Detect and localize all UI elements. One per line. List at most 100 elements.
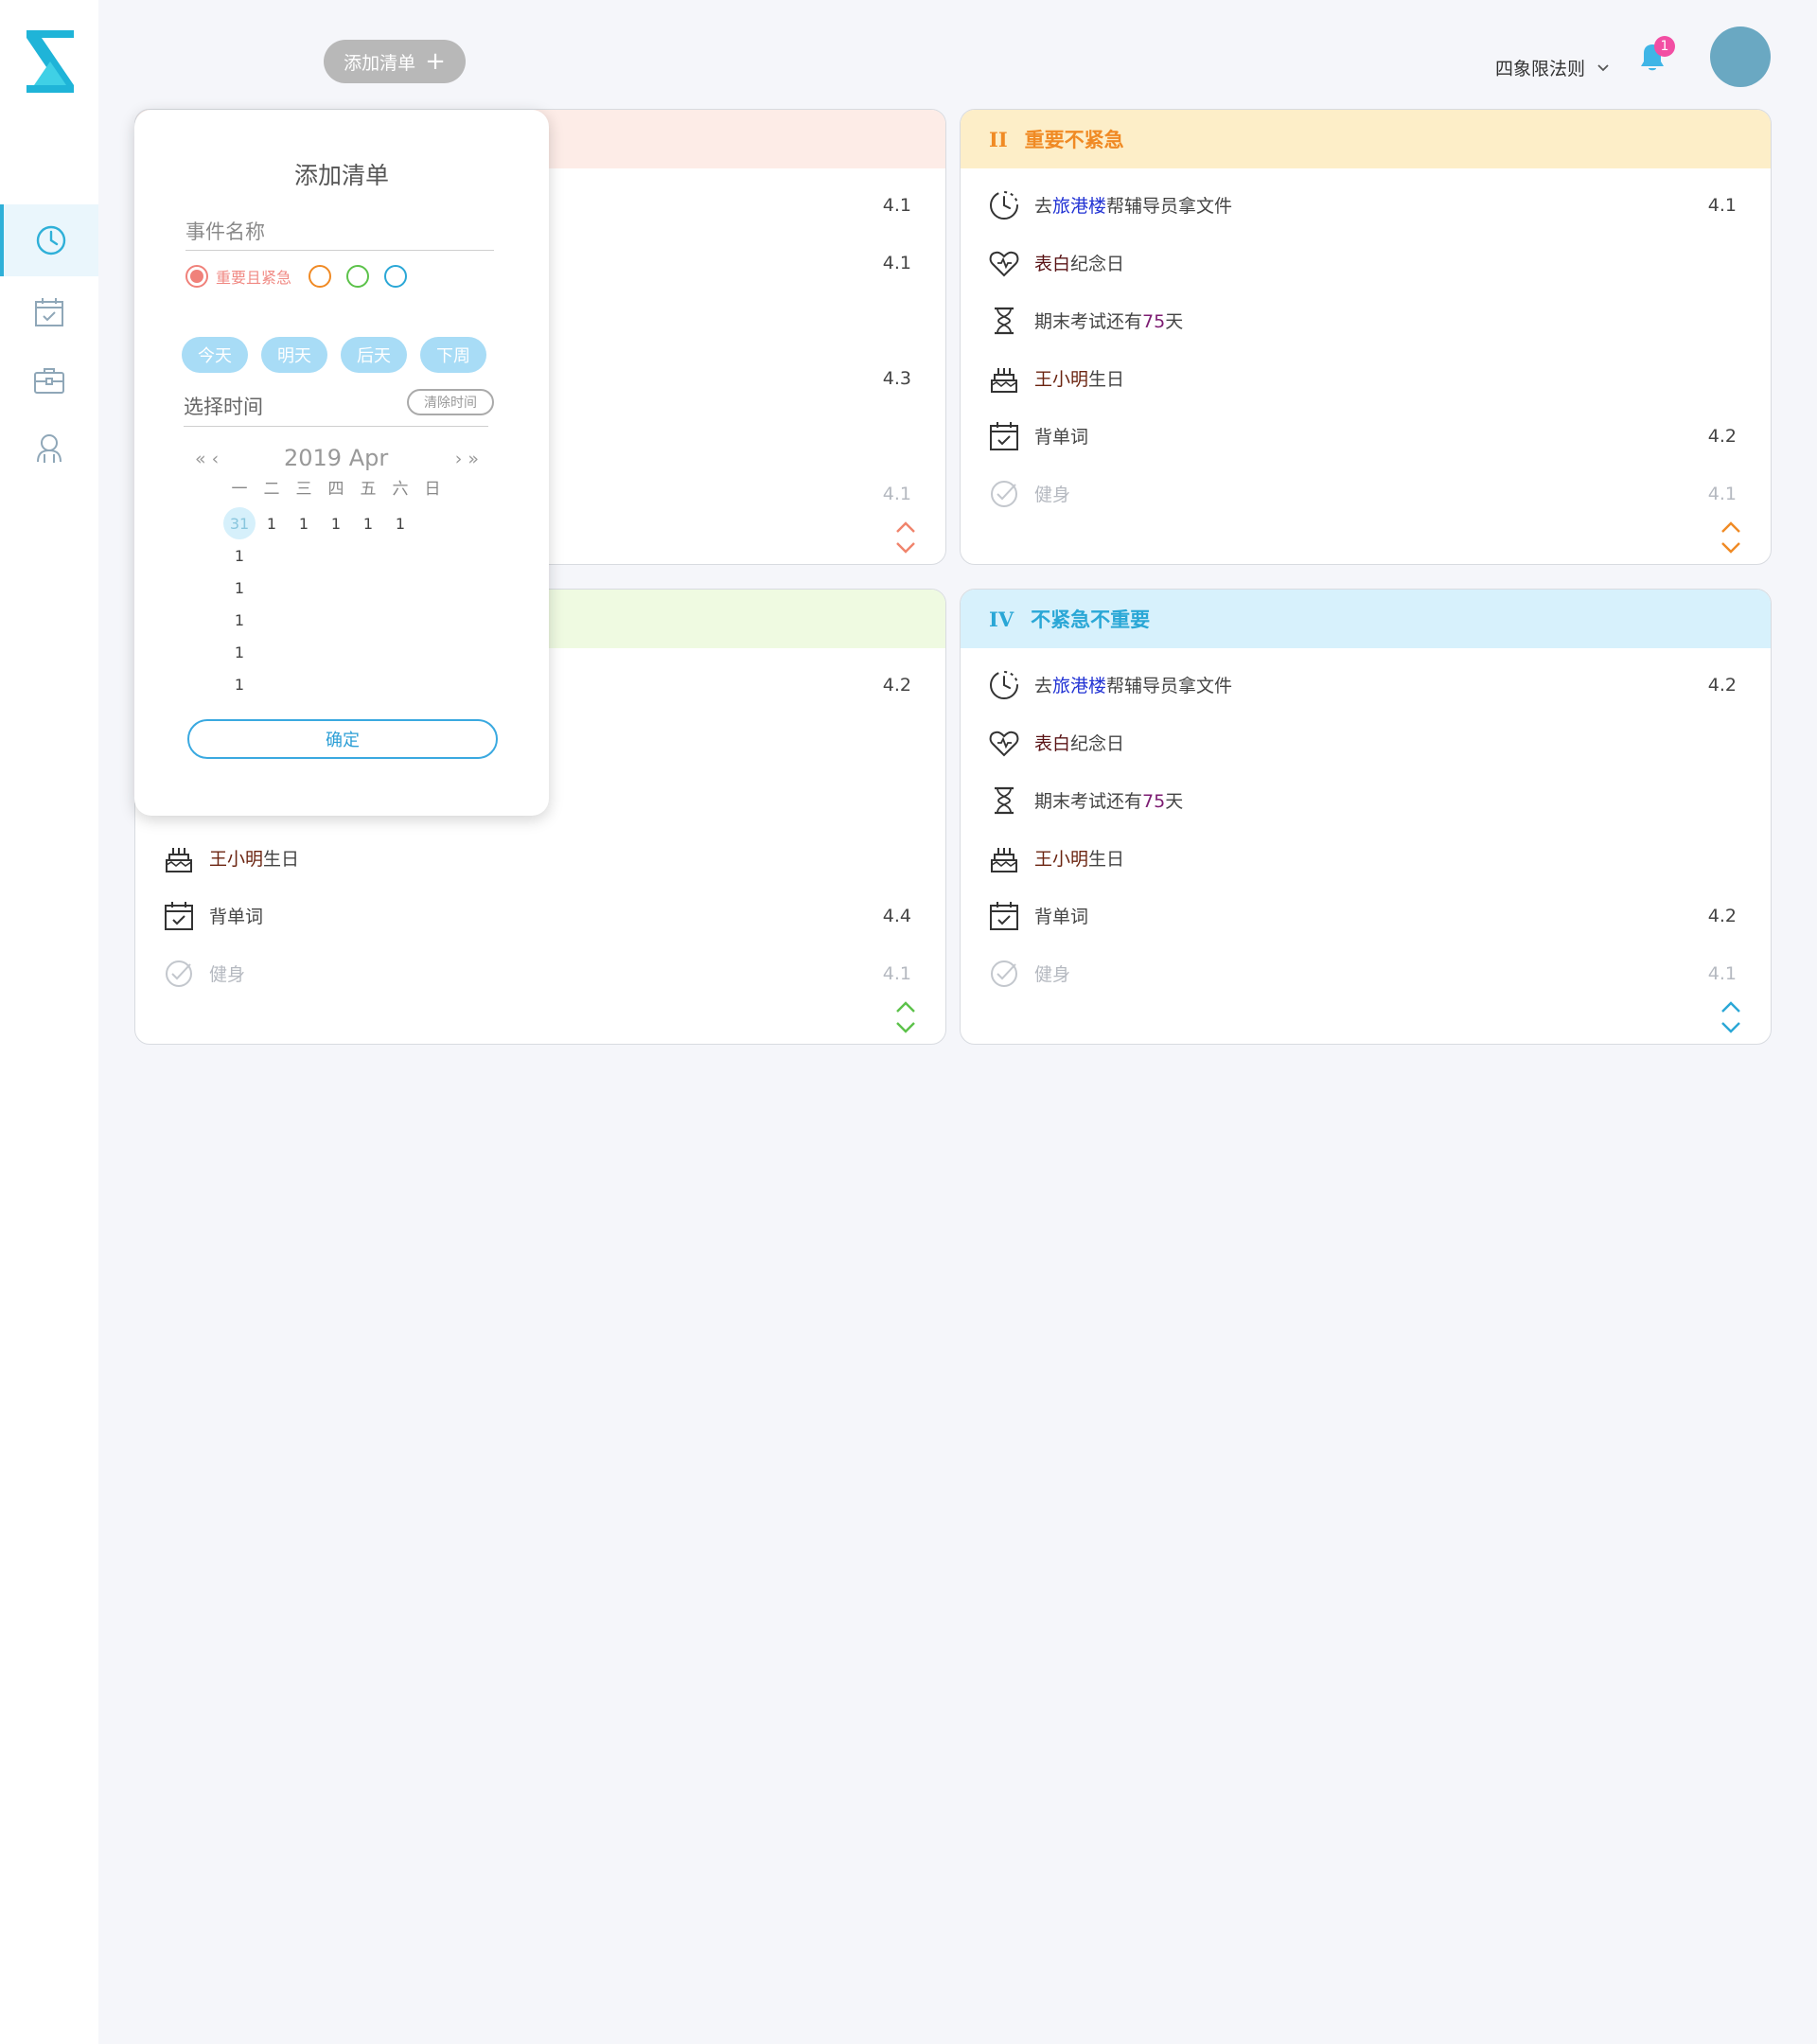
confirm-button[interactable]: 确定	[187, 719, 498, 759]
calendar-day[interactable]: 1	[223, 579, 256, 597]
quick-date-day-after[interactable]: 后天	[341, 337, 407, 373]
task-item[interactable]: 去旅港楼帮辅导员拿文件 4.1	[961, 176, 1771, 234]
nav-item-calendar[interactable]	[0, 276, 98, 348]
quadrant-header: II 重要不紧急	[961, 110, 1771, 168]
task-item[interactable]: 期末考试还有75天	[961, 291, 1771, 349]
task-item[interactable]: 健身 4.1	[135, 944, 945, 1002]
quadrant-list: 去旅港楼帮辅导员拿文件 4.1 表白纪念日 期末考试还有75天 王小明生日 背单词 4.2 健…	[961, 168, 1771, 522]
cake-icon	[987, 841, 1021, 875]
task-date: 4.1	[882, 194, 911, 216]
task-label: 健身	[1034, 964, 1071, 985]
calendar-check-icon	[987, 419, 1021, 453]
add-list-label: 添加清单	[344, 52, 416, 74]
task-date: 4.1	[1707, 194, 1737, 216]
task-date: 4.2	[882, 674, 911, 696]
sidebar	[0, 0, 98, 2044]
task-date: 4.2	[1707, 674, 1737, 696]
task-item[interactable]: 表白纪念日	[961, 714, 1771, 771]
calendar-day[interactable]: 1	[320, 515, 352, 533]
check-circle-icon	[987, 477, 1021, 511]
task-label: 表白纪念日	[1034, 733, 1125, 754]
task-date: 4.1	[1707, 483, 1737, 504]
calendar-week-row: 1	[223, 572, 416, 604]
quadrant-numeral: II	[989, 127, 1008, 151]
priority-selected-label: 重要且紧急	[216, 269, 292, 287]
task-item[interactable]: 王小明生日	[961, 349, 1771, 407]
task-date: 4.2	[1707, 905, 1737, 926]
calendar-week-row: 1	[223, 604, 416, 636]
task-item[interactable]: 王小明生日	[135, 829, 945, 887]
priority-radio-neither[interactable]	[384, 265, 408, 288]
calendar-day[interactable]: 1	[223, 547, 256, 565]
calendar-week-row: 1	[223, 668, 416, 700]
cake-icon	[162, 841, 196, 875]
weekday: 六	[392, 480, 409, 499]
notification-badge: 1	[1654, 36, 1675, 57]
task-item[interactable]: 背单词 4.2	[961, 407, 1771, 465]
quick-date-next-week[interactable]: 下周	[420, 337, 486, 373]
weekday: 五	[360, 480, 377, 499]
quick-date-today[interactable]: 今天	[182, 337, 248, 373]
quadrant-title: 重要不紧急	[1024, 129, 1124, 151]
rule-select[interactable]: 四象限法则	[1495, 55, 1610, 80]
calendar-week-row: 1	[223, 539, 416, 572]
clear-time-button[interactable]: 清除时间	[407, 389, 494, 415]
weekday: 三	[295, 480, 312, 499]
task-label: 背单词	[1034, 427, 1089, 448]
check-circle-icon	[162, 957, 196, 991]
avatar[interactable]	[1710, 26, 1771, 87]
task-item[interactable]: 期末考试还有75天	[961, 771, 1771, 829]
task-item[interactable]: 健身 4.1	[961, 465, 1771, 522]
quadrant-header: IV 不紧急不重要	[961, 590, 1771, 648]
briefcase-icon	[34, 368, 64, 394]
task-label: 背单词	[1034, 907, 1089, 927]
task-label: 背单词	[209, 907, 264, 927]
nav-item-clock[interactable]	[0, 204, 98, 276]
calendar-day[interactable]: 1	[223, 611, 256, 629]
task-item[interactable]: 王小明生日	[961, 829, 1771, 887]
scroll-arrows-icon[interactable]	[1720, 998, 1742, 1036]
calendar-week-row: 31 1 1 1 1 1	[223, 507, 416, 539]
quick-date-tomorrow[interactable]: 明天	[261, 337, 327, 373]
event-name-input[interactable]	[185, 214, 494, 251]
task-item[interactable]: 去旅港楼帮辅导员拿文件 4.2	[961, 656, 1771, 714]
nav-item-briefcase[interactable]	[0, 344, 98, 416]
calendar-day[interactable]: 1	[223, 676, 256, 694]
calendar-grid: 31 1 1 1 1 1 1 1 1 1 1	[223, 507, 416, 700]
weekday: 日	[424, 480, 441, 499]
scroll-arrows-icon[interactable]	[1720, 519, 1742, 556]
scroll-arrows-icon[interactable]	[894, 998, 917, 1036]
task-label: 王小明生日	[209, 849, 300, 870]
task-item[interactable]: 健身 4.1	[961, 944, 1771, 1002]
task-item[interactable]: 表白纪念日	[961, 234, 1771, 291]
calendar-week-row: 1	[223, 636, 416, 668]
add-list-button[interactable]: 添加清单 +	[324, 40, 466, 83]
task-item[interactable]: 背单词 4.2	[961, 887, 1771, 944]
task-date: 4.4	[882, 905, 911, 926]
task-item[interactable]: 背单词 4.4	[135, 887, 945, 944]
calendar-next-button[interactable]: › »	[455, 449, 479, 469]
task-date: 4.1	[882, 483, 911, 504]
task-date: 4.1	[882, 252, 911, 273]
calendar-prev-button[interactable]: « ‹	[195, 449, 219, 469]
check-circle-icon	[987, 957, 1021, 991]
calendar-day[interactable]: 1	[288, 515, 320, 533]
task-date: 4.3	[882, 367, 911, 389]
hourglass-icon	[987, 784, 1021, 818]
scroll-arrows-icon[interactable]	[894, 519, 917, 556]
calendar-day[interactable]: 1	[384, 515, 416, 533]
calendar-weekdays: 一 二 三 四 五 六 日	[223, 475, 449, 499]
weekday: 二	[263, 480, 280, 499]
priority-radio-important[interactable]	[309, 265, 332, 288]
quadrant-numeral: IV	[989, 607, 1014, 631]
calendar-day[interactable]: 31	[223, 507, 256, 539]
calendar-day[interactable]: 1	[352, 515, 384, 533]
radio-selected-dot	[190, 270, 203, 283]
priority-radio-urgent-important[interactable]	[185, 265, 208, 288]
task-label: 健身	[1034, 485, 1071, 505]
calendar-day[interactable]: 1	[256, 515, 288, 533]
priority-radio-urgent[interactable]	[346, 265, 370, 288]
quadrant-card-4: IV 不紧急不重要 去旅港楼帮辅导员拿文件 4.2 表白纪念日期末考试还有75天 王小明…	[960, 589, 1772, 1045]
calendar-day[interactable]: 1	[223, 643, 256, 661]
nav-item-community[interactable]	[0, 413, 98, 485]
